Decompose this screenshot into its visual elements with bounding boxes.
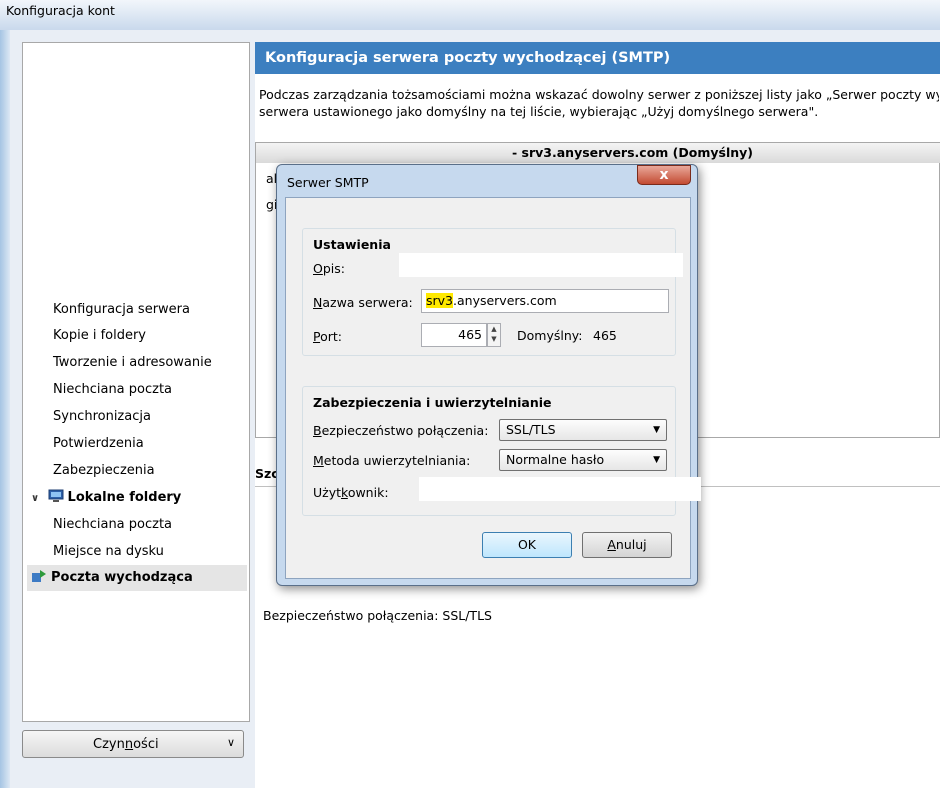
- tree-item-outgoing-server[interactable]: Poczta wychodząca: [27, 565, 247, 591]
- description-label: Opis:: [313, 261, 345, 276]
- port-label: Port:: [313, 329, 342, 344]
- default-port-value: 465: [593, 328, 617, 343]
- description-input[interactable]: [399, 253, 683, 277]
- tree-item-composition[interactable]: Tworzenie i adresowanie: [53, 350, 212, 376]
- chevron-down-icon: ▼: [653, 425, 660, 435]
- tree-item-local-junk[interactable]: Niechciana poczta: [53, 512, 172, 538]
- page-title: Konfiguracja serwera poczty wychodzącej …: [255, 42, 940, 74]
- connection-security-select[interactable]: SSL/TLS ▼: [499, 419, 667, 441]
- actions-button-label: Czynności: [93, 737, 159, 752]
- security-group: Zabezpieczenia i uwierzytelnianie Bezpie…: [302, 386, 701, 516]
- settings-group: Ustawienia Opis: Nazwa serwera: srv3.any…: [302, 228, 683, 356]
- tree-item-label: Kopie i foldery: [53, 328, 146, 343]
- tree-item-label: Potwierdzenia: [53, 436, 144, 451]
- server-name-input[interactable]: srv3.anyservers.com: [421, 289, 669, 313]
- cancel-button[interactable]: Anuluj: [582, 532, 672, 558]
- default-port-label: Domyślny:: [517, 328, 583, 343]
- chevron-down-icon: ▼: [653, 455, 660, 465]
- window-title: Konfiguracja kont: [6, 3, 115, 18]
- window-titlebar: Konfiguracja kont: [0, 0, 940, 30]
- port-input[interactable]: 465: [421, 323, 487, 347]
- arrow-down-icon[interactable]: ▼: [488, 334, 500, 344]
- tree-item-label: Lokalne foldery: [67, 490, 182, 505]
- account-tree: Konfiguracja serwera Kopie i foldery Two…: [22, 42, 250, 722]
- tree-item-disk-space[interactable]: Miejsce na dysku: [53, 539, 164, 565]
- actions-button[interactable]: Czynności ∨: [22, 730, 244, 758]
- tree-item-label: Konfiguracja serwera: [53, 302, 190, 317]
- tree-item-receipts[interactable]: Potwierdzenia: [53, 431, 144, 457]
- window-edge: [0, 30, 10, 788]
- settings-group-title: Ustawienia: [313, 237, 391, 252]
- tree-item-label: Niechciana poczta: [53, 382, 173, 397]
- username-input[interactable]: [419, 477, 701, 501]
- outgoing-server-icon: [31, 567, 47, 582]
- tree-item-junk[interactable]: Niechciana poczta: [53, 377, 172, 403]
- auth-method-select[interactable]: Normalne hasło ▼: [499, 449, 667, 471]
- tree-item-security[interactable]: Zabezpieczenia: [53, 458, 155, 484]
- ok-button[interactable]: OK: [482, 532, 572, 558]
- close-icon: x: [659, 167, 669, 183]
- tree-item-label: Tworzenie i adresowanie: [53, 355, 212, 370]
- chevron-down-icon[interactable]: ∨: [31, 486, 43, 512]
- close-button[interactable]: x: [637, 165, 691, 185]
- tree-item-local-folders[interactable]: ∨ Lokalne foldery: [31, 485, 181, 511]
- dialog-title: Serwer SMTP: [287, 175, 369, 190]
- tree-item-sync[interactable]: Synchronizacja: [53, 404, 151, 430]
- arrow-up-icon[interactable]: ▲: [488, 324, 500, 334]
- security-group-title: Zabezpieczenia i uwierzytelnianie: [313, 395, 552, 410]
- server-name-label: Nazwa serwera:: [313, 295, 413, 310]
- connection-security-label: Bezpieczeństwo połączenia:: [313, 423, 489, 438]
- computer-icon: [48, 487, 64, 502]
- server-list-row-default[interactable]: - srv3.anyservers.com (Domyślny): [256, 143, 940, 163]
- tree-item-label: Miejsce na dysku: [53, 544, 164, 559]
- tree-item-copies-folders[interactable]: Kopie i foldery: [53, 323, 146, 349]
- page-description: Podczas zarządzania tożsamościami można …: [259, 87, 939, 119]
- tree-item-label: Poczta wychodząca: [51, 570, 193, 585]
- details-security-line: Bezpieczeństwo połączenia: SSL/TLS: [263, 608, 492, 623]
- username-label: Użytkownik:: [313, 485, 389, 500]
- chevron-down-icon: ∨: [226, 736, 235, 749]
- tree-item-label: Zabezpieczenia: [53, 463, 155, 478]
- tree-item-server-settings[interactable]: Konfiguracja serwera: [53, 297, 190, 323]
- smtp-server-dialog: Serwer SMTP x Ustawienia Opis: Nazwa ser…: [276, 164, 701, 586]
- port-spinner[interactable]: ▲ ▼: [487, 323, 501, 347]
- tree-item-label: Niechciana poczta: [53, 517, 173, 532]
- auth-method-label: Metoda uwierzytelniania:: [313, 453, 471, 468]
- dialog-content: Ustawienia Opis: Nazwa serwera: srv3.any…: [285, 197, 701, 579]
- tree-item-label: Synchronizacja: [53, 409, 151, 424]
